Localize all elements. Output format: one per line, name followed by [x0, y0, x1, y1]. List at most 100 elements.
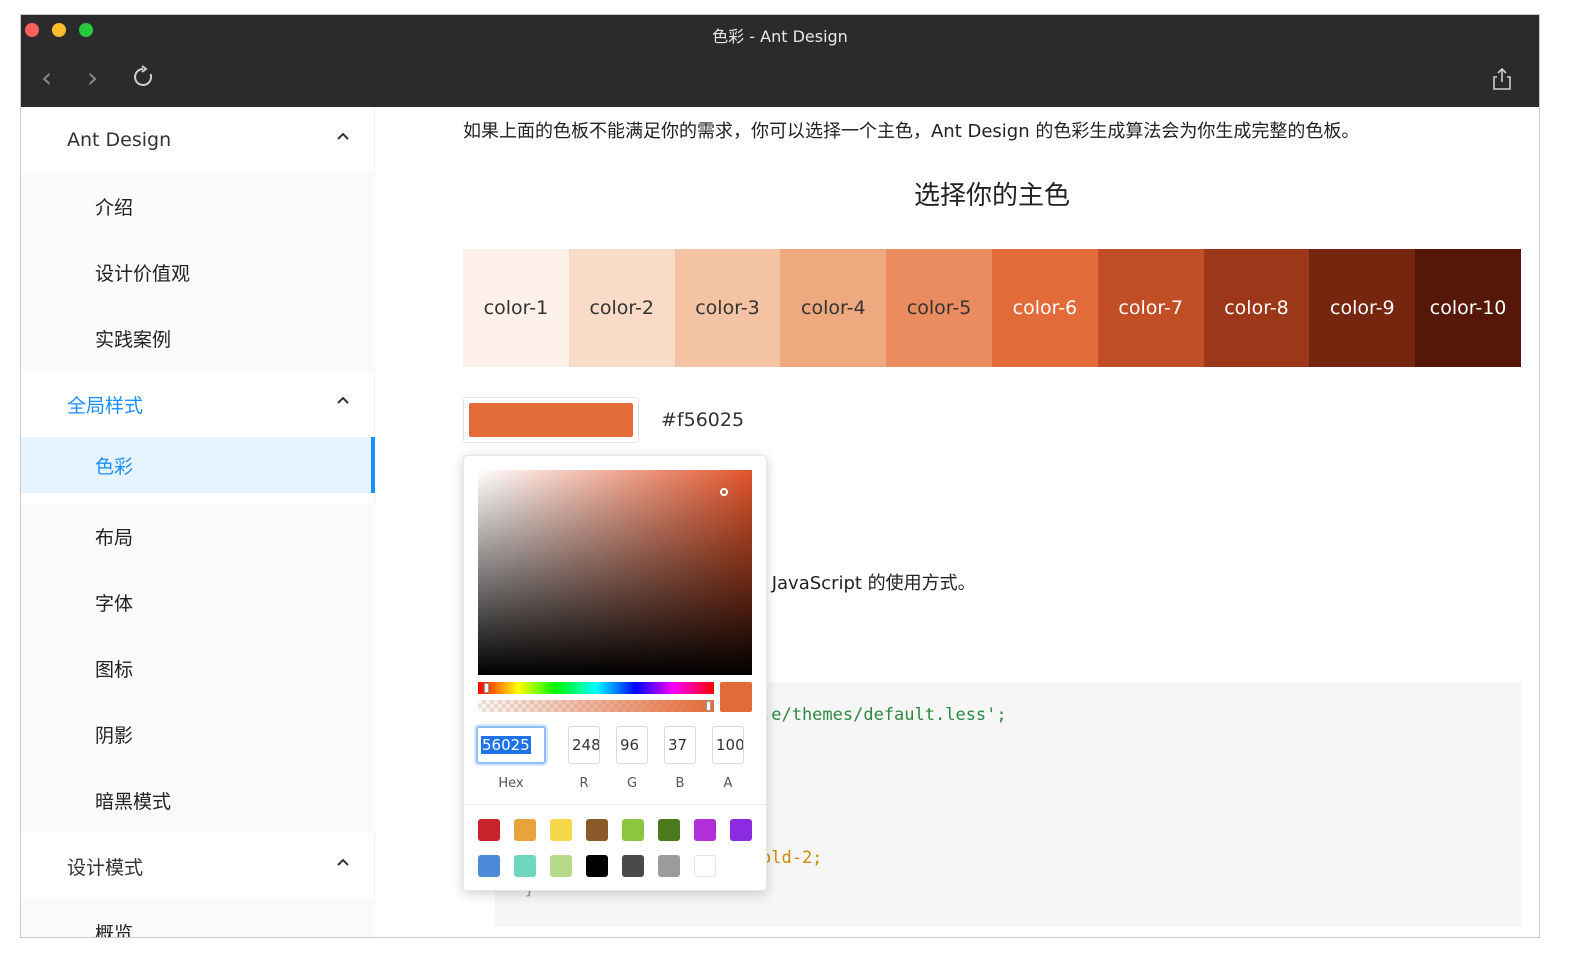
alpha-input[interactable]: 100 — [712, 726, 744, 764]
hex-input-value: 56025 — [481, 736, 531, 754]
selected-color-swatch — [469, 403, 633, 437]
palette-swatch-8: color-8 — [1203, 249, 1310, 367]
sidebar-item-label: 字体 — [95, 593, 134, 615]
preset-color-swatch[interactable] — [478, 819, 500, 841]
color-picker-popover: 56025 248 96 37 100 Hex R G B A — [463, 455, 767, 891]
palette-swatch-label: color-2 — [589, 297, 654, 319]
sidebar-item-cases[interactable]: 实践案例 — [21, 305, 375, 371]
preset-color-swatch[interactable] — [658, 855, 680, 877]
selected-hex-value: #f56025 — [661, 409, 745, 431]
section-heading: 选择你的主色 — [913, 181, 1070, 211]
blue-input[interactable]: 37 — [664, 726, 696, 764]
chevron-up-icon — [337, 858, 349, 866]
preset-color-swatch[interactable] — [622, 819, 644, 841]
code-line: old-2; — [761, 848, 823, 868]
preset-color-swatch[interactable] — [586, 855, 608, 877]
palette-swatch-label: color-5 — [906, 297, 972, 319]
alpha-slider[interactable] — [478, 700, 714, 712]
preset-color-swatch[interactable] — [514, 855, 536, 877]
color-preview — [720, 682, 752, 712]
b-label: B — [675, 776, 685, 791]
sidebar-item-label: 色彩 — [95, 456, 134, 478]
back-icon[interactable]: ‹ — [41, 63, 52, 93]
hue-handle[interactable] — [484, 683, 489, 693]
sidebar-item-overview[interactable]: 概览 — [21, 899, 375, 938]
saturation-panel[interactable] — [478, 470, 752, 675]
a-label: A — [723, 776, 733, 791]
palette-swatch-label: color-1 — [483, 297, 549, 319]
forward-icon[interactable]: › — [87, 63, 98, 93]
title-bar: 色彩 - Ant Design ‹ › — [21, 15, 1539, 107]
palette-swatch-label: color-3 — [695, 297, 760, 319]
red-input[interactable]: 248 — [568, 726, 600, 764]
main-content: 如果上面的色板不能满足你的需求，你可以选择一个主色，Ant Design 的色彩… — [375, 107, 1539, 937]
palette-swatch-9: color-9 — [1309, 249, 1416, 367]
palette-swatch-6: color-6 — [991, 249, 1098, 367]
palette-swatch-7: color-7 — [1097, 249, 1204, 367]
preset-color-swatch[interactable] — [658, 819, 680, 841]
sidebar-group-label: 全局样式 — [67, 394, 144, 417]
sidebar-item-icon[interactable]: 图标 — [21, 635, 375, 701]
sidebar-item-font[interactable]: 字体 — [21, 569, 375, 635]
preset-color-swatch[interactable] — [550, 855, 572, 877]
palette-swatch-label: color-7 — [1118, 297, 1183, 319]
sidebar-group-global-styles[interactable]: 全局样式 — [21, 371, 375, 437]
window-title: 色彩 - Ant Design — [712, 27, 848, 46]
sidebar-group-label: 设计模式 — [67, 856, 144, 879]
sidebar-item-layout[interactable]: 布局 — [21, 503, 375, 569]
r-label: R — [579, 776, 589, 791]
preset-color-swatch[interactable] — [622, 855, 644, 877]
sidebar-item-label: 概览 — [95, 923, 134, 938]
palette-swatch-label: color-4 — [801, 297, 866, 319]
saturation-handle[interactable] — [720, 488, 728, 496]
palette-swatch-3: color-3 — [674, 249, 781, 367]
sidebar-group-ant-design[interactable]: Ant Design — [21, 107, 375, 173]
divider — [464, 804, 766, 805]
palette-swatch-2: color-2 — [568, 249, 675, 367]
g-label: G — [626, 776, 638, 791]
hue-slider[interactable] — [478, 682, 714, 694]
sidebar-item-intro[interactable]: 介绍 — [21, 173, 375, 239]
sidebar-item-dark-mode[interactable]: 暗黑模式 — [21, 767, 375, 833]
chevron-up-icon — [337, 132, 349, 140]
palette-swatch-label: color-6 — [1012, 297, 1078, 319]
code-line: .e/themes/default.less'; — [761, 705, 1007, 725]
palette-swatch-10: color-10 — [1415, 249, 1521, 367]
color-picker-trigger[interactable] — [463, 397, 639, 443]
sidebar-item-label: 介绍 — [95, 197, 134, 219]
sidebar-group-label: Ant Design — [67, 129, 172, 151]
alpha-handle[interactable] — [706, 701, 711, 711]
hex-label: Hex — [498, 776, 524, 791]
palette-swatch-1: color-1 — [463, 249, 569, 367]
sidebar-item-label: 暗黑模式 — [95, 791, 172, 813]
intro-paragraph: 如果上面的色板不能满足你的需求，你可以选择一个主色，Ant Design 的色彩… — [463, 121, 1360, 142]
hex-input[interactable]: 56025 — [476, 726, 546, 764]
sidebar-item-design-values[interactable]: 设计价值观 — [21, 239, 375, 305]
sidebar-group-design-patterns[interactable]: 设计模式 — [21, 833, 375, 899]
sidebar-item-color[interactable]: 色彩 — [21, 437, 375, 493]
sidebar-item-label: 实践案例 — [95, 329, 172, 351]
reload-icon[interactable] — [131, 65, 155, 89]
palette-swatch-4: color-4 — [780, 249, 887, 367]
preset-color-swatch[interactable] — [478, 855, 500, 877]
preset-color-swatch[interactable] — [694, 855, 716, 877]
preset-color-swatch[interactable] — [514, 819, 536, 841]
palette-swatch-label: color-9 — [1330, 297, 1395, 319]
chevron-up-icon — [337, 396, 349, 404]
sidebar-item-label: 设计价值观 — [95, 263, 191, 285]
share-icon[interactable] — [1491, 67, 1513, 91]
preset-color-swatch[interactable] — [586, 819, 608, 841]
sidebar-item-shadow[interactable]: 阴影 — [21, 701, 375, 767]
sidebar-menu: Ant Design 介绍 设计价值观 实践案例 全局样式 色彩 布局 字体 图… — [21, 107, 375, 938]
preset-color-swatch[interactable] — [694, 819, 716, 841]
sidebar-item-label: 布局 — [95, 527, 134, 549]
sidebar-item-label: 图标 — [95, 659, 134, 681]
preset-color-swatch[interactable] — [730, 819, 752, 841]
green-input[interactable]: 96 — [616, 726, 648, 764]
preset-color-swatch[interactable] — [550, 819, 572, 841]
usage-text: l JavaScript 的使用方式。 — [761, 573, 976, 594]
sidebar-item-label: 阴影 — [95, 725, 134, 747]
palette-swatch-label: color-8 — [1224, 297, 1289, 319]
palette-swatch-5: color-5 — [886, 249, 992, 367]
palette-swatch-label: color-10 — [1429, 297, 1507, 319]
